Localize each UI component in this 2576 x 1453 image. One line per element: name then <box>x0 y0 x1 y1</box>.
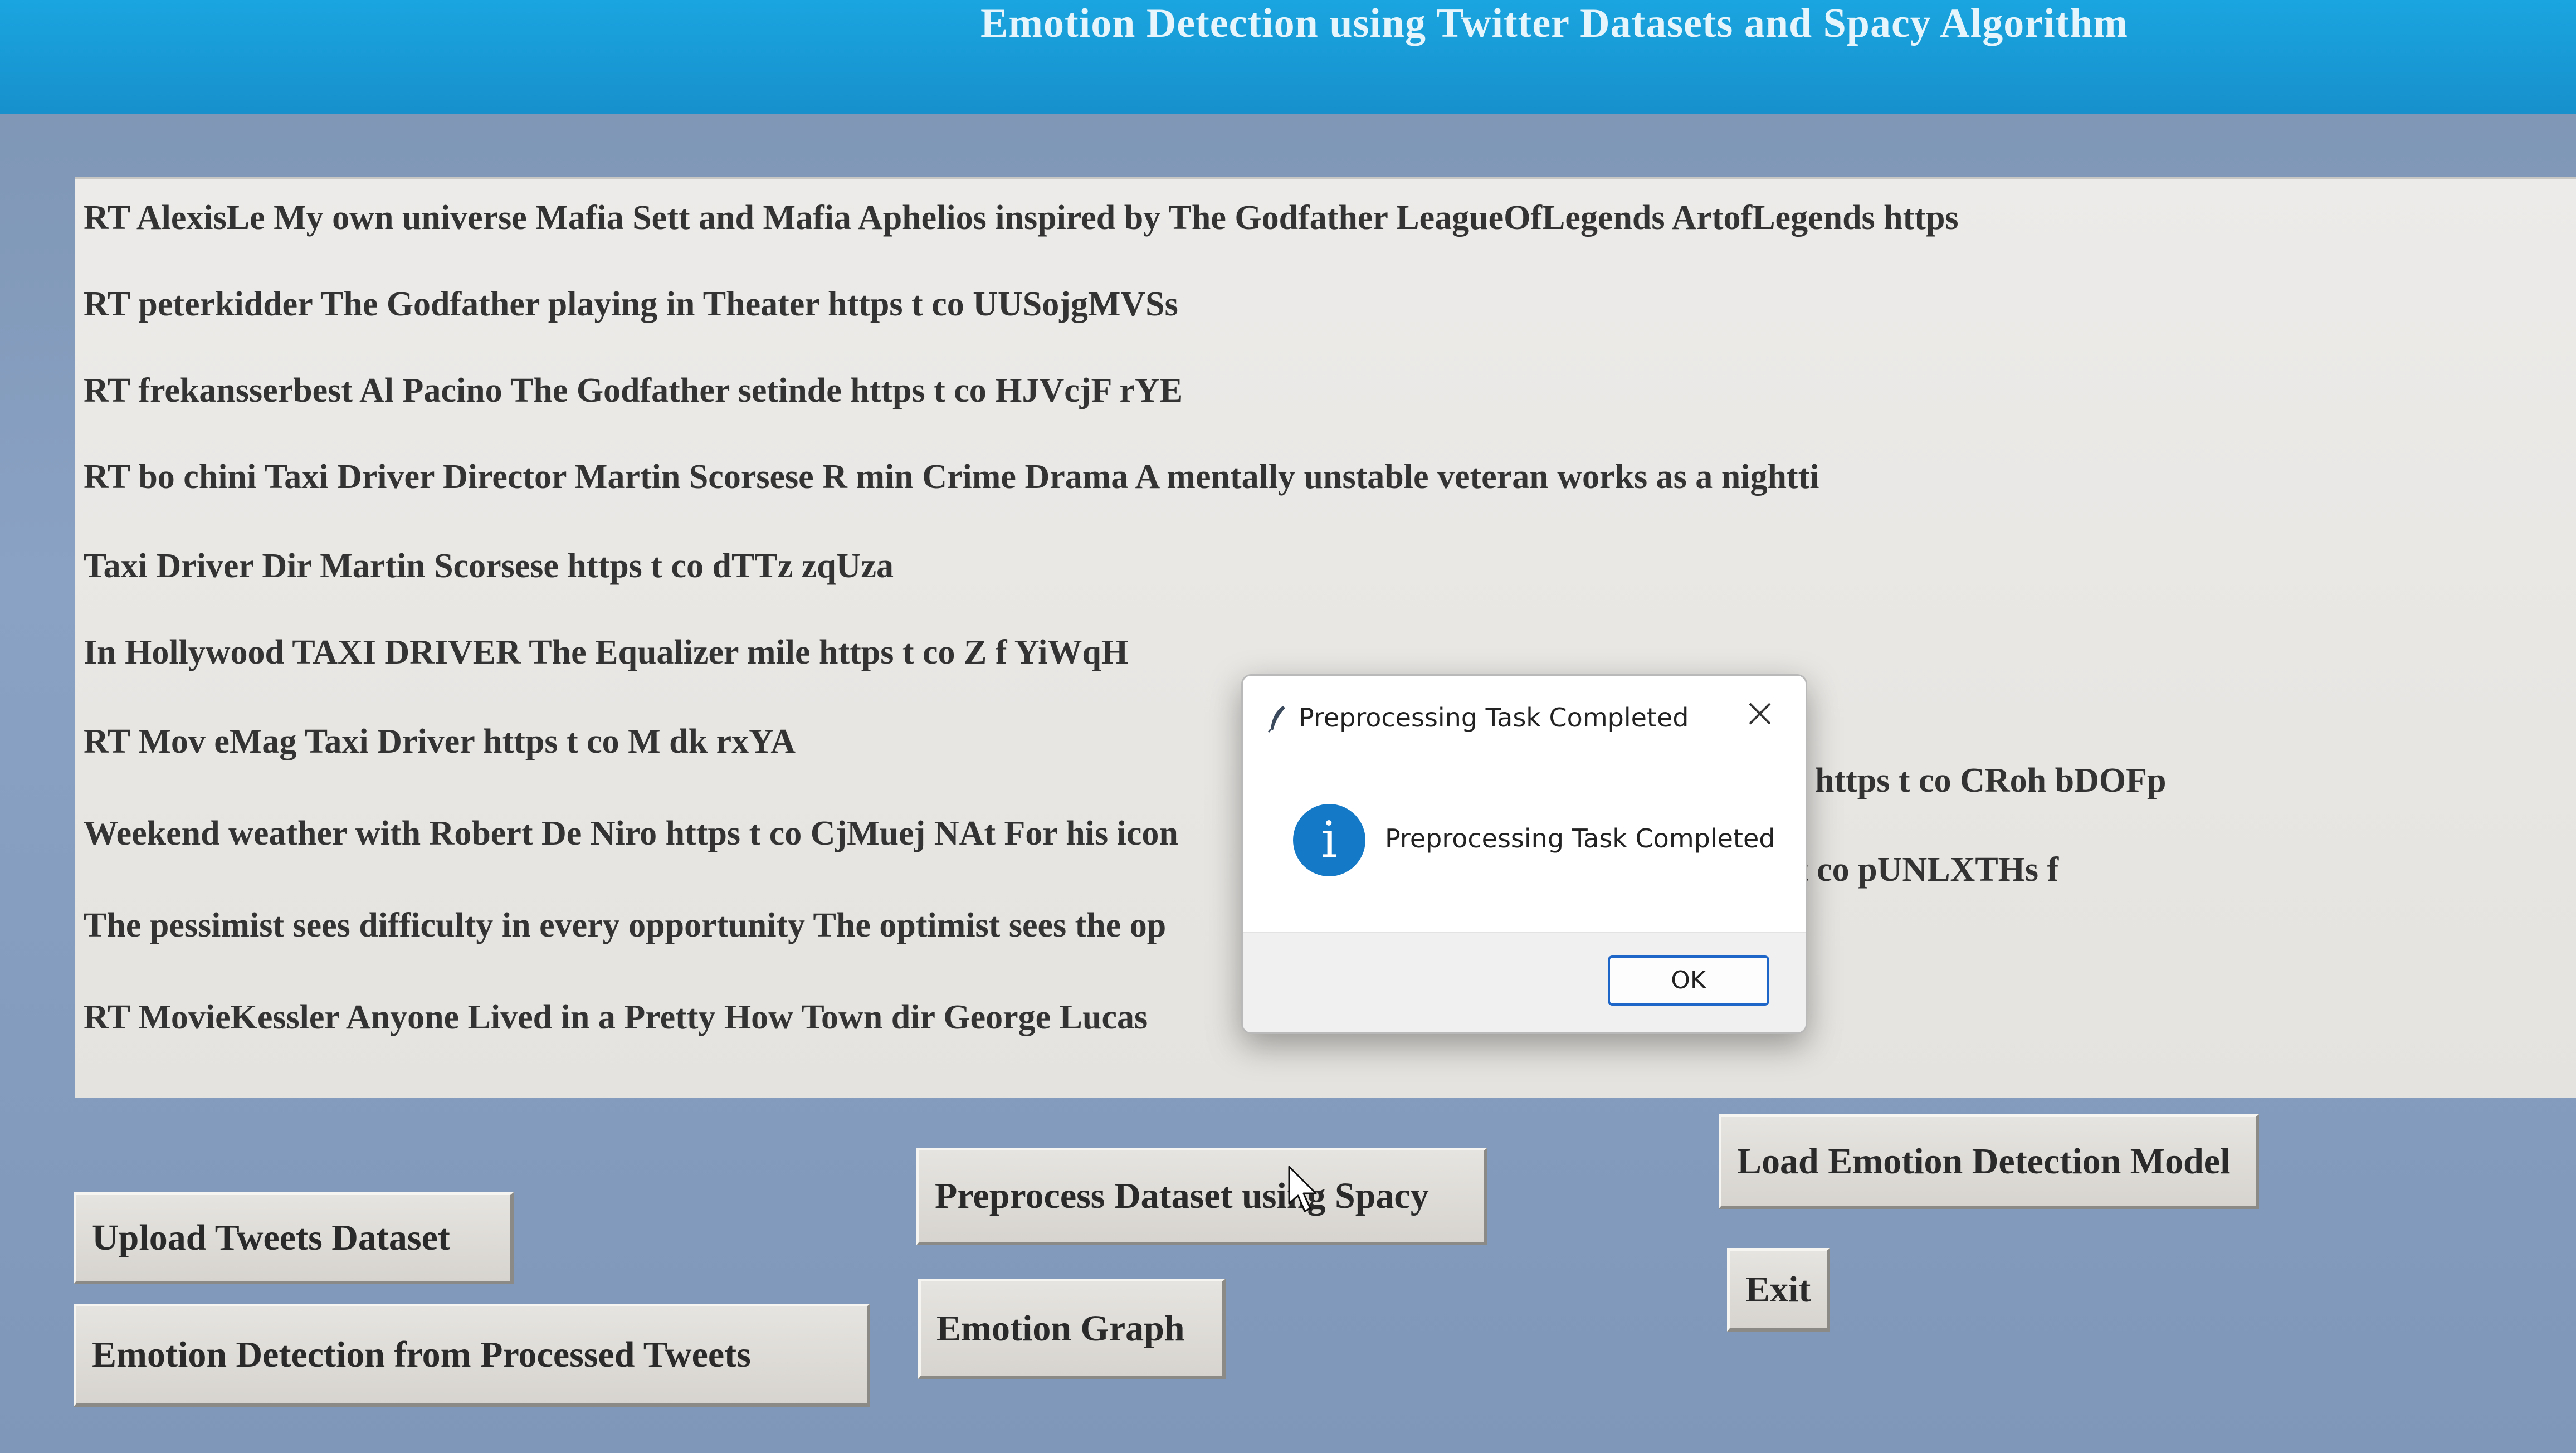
ok-button[interactable]: OK <box>1608 955 1769 1006</box>
dialog-body: i Preprocessing Task Completed <box>1243 748 1806 932</box>
dialog-titlebar: Preprocessing Task Completed <box>1243 676 1806 748</box>
title-bar: Emotion Detection using Twitter Datasets… <box>0 0 2576 114</box>
tweet-line: The pessimist sees difficulty in every o… <box>84 906 1167 944</box>
tweet-line: Taxi Driver Dir Martin Scorsese https t … <box>84 547 894 585</box>
tweet-line: RT Mov eMag Taxi Driver https t co M dk … <box>84 723 796 760</box>
emotion-detection-button[interactable]: Emotion Detection from Processed Tweets <box>74 1304 870 1407</box>
tweet-line: RT frekansserbest Al Pacino The Godfathe… <box>84 372 1183 409</box>
tweet-line: RT peterkidder The Godfather playing in … <box>84 285 1178 323</box>
tweet-line: RT bo chini Taxi Driver Director Martin … <box>84 458 1819 496</box>
mouse-cursor-icon <box>1288 1166 1317 1212</box>
app-title: Emotion Detection using Twitter Datasets… <box>980 1 2129 46</box>
tweet-line: In Hollywood TAXI DRIVER The Equalizer m… <box>84 633 1129 671</box>
tweet-line-tail: t co pUNLXTHs f <box>1797 851 2059 889</box>
load-model-button[interactable]: Load Emotion Detection Model <box>1719 1114 2259 1209</box>
feather-icon <box>1267 706 1285 733</box>
exit-button[interactable]: Exit <box>1727 1248 1830 1332</box>
dialog-message: Preprocessing Task Completed <box>1385 823 1775 854</box>
emotion-graph-button[interactable]: Emotion Graph <box>918 1279 1226 1379</box>
tweet-line-tail: e https t co CRoh bDOFp <box>1791 762 2167 799</box>
preprocess-button[interactable]: Preprocess Dataset using Spacy <box>916 1148 1487 1245</box>
info-icon: i <box>1293 804 1365 876</box>
tweet-line: RT AlexisLe My own universe Mafia Sett a… <box>84 199 1959 237</box>
dialog-title: Preprocessing Task Completed <box>1299 703 1689 733</box>
dialog-footer: OK <box>1243 932 1806 1032</box>
close-icon[interactable] <box>1743 697 1777 730</box>
info-dialog: Preprocessing Task Completed i Preproces… <box>1241 674 1807 1034</box>
tweet-line: RT MovieKessler Anyone Lived in a Pretty… <box>84 998 1148 1036</box>
upload-tweets-button[interactable]: Upload Tweets Dataset <box>74 1192 514 1284</box>
tweet-line: Weekend weather with Robert De Niro http… <box>84 815 1178 852</box>
